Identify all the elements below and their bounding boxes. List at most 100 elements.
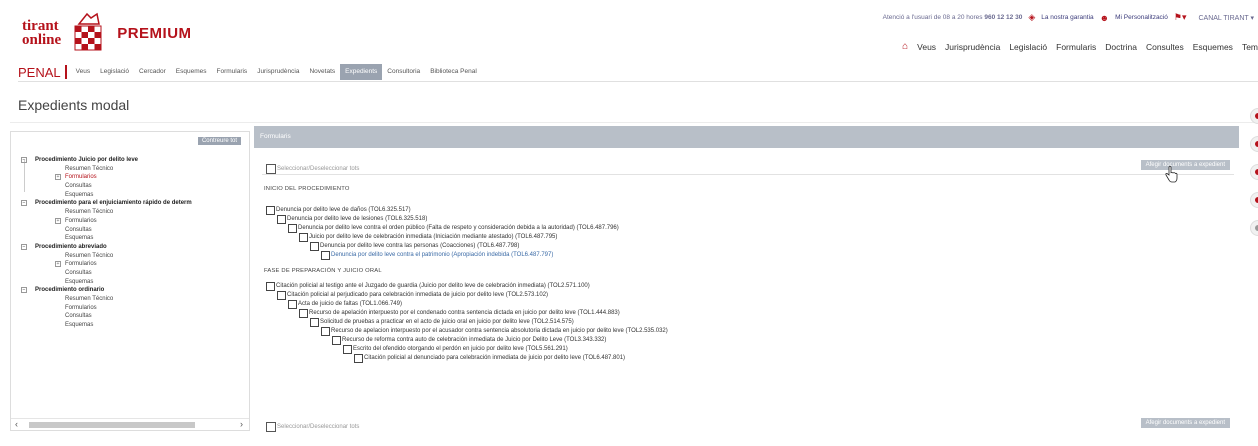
tree-item[interactable]: Resumen Técnico xyxy=(11,252,251,261)
document-checkbox[interactable] xyxy=(277,215,286,224)
document-title[interactable]: Escrito del ofendido otorgando el perdón… xyxy=(353,346,568,352)
personalization-link[interactable]: Mi Personalització xyxy=(1115,14,1168,21)
document-item[interactable]: Citación policial al perjudicado para ce… xyxy=(277,291,548,300)
tree-item[interactable]: Consultas xyxy=(11,182,251,191)
guarantee-link[interactable]: La nostra garantia xyxy=(1041,14,1093,21)
tree-item[interactable]: Resumen Técnico xyxy=(11,208,251,217)
tree-group-rapido[interactable]: − Procedimiento para el enjuiciamiento rá… xyxy=(11,199,251,208)
document-item[interactable]: Denuncia por delito leve contra las pers… xyxy=(310,242,519,251)
add-to-expedient-button[interactable]: Afegir documents a expedient xyxy=(1140,160,1230,170)
select-all-label[interactable]: Seleccionar/Deseleccionar tots xyxy=(277,166,359,172)
nav-legislacio[interactable]: Legislació xyxy=(1009,42,1047,52)
side-tool-icon[interactable] xyxy=(1250,192,1258,208)
scroll-right-icon[interactable]: › xyxy=(240,419,243,429)
collapse-all-button[interactable]: Contreure tot xyxy=(197,137,241,145)
document-checkbox[interactable] xyxy=(266,282,275,291)
canal-tirant-menu[interactable]: CANAL TIRANT ▾ xyxy=(1198,14,1254,22)
scroll-left-icon[interactable]: ‹ xyxy=(15,419,18,429)
tree-item[interactable]: Consultas xyxy=(11,269,251,278)
document-checkbox[interactable] xyxy=(343,345,352,354)
subnav-veus[interactable]: Veus xyxy=(71,64,95,80)
document-title[interactable]: Citación policial al perjudicado para ce… xyxy=(287,292,548,298)
subnav-jurisprudencia[interactable]: Jurisprudència xyxy=(252,64,304,80)
expand-icon[interactable]: + xyxy=(55,217,61,224)
scrollbar-thumb[interactable] xyxy=(29,422,195,428)
document-item[interactable]: Denuncia por delito leve de daños (TOL6.… xyxy=(266,206,411,215)
document-item[interactable]: Citación policial al testigo ante el Juz… xyxy=(266,282,590,291)
select-all-checkbox-bottom[interactable] xyxy=(266,421,276,432)
collapse-icon[interactable]: − xyxy=(21,157,27,163)
document-item-link[interactable]: Denuncia por delito leve contra el patri… xyxy=(321,251,553,260)
tree-item-selected[interactable]: + Formularios xyxy=(11,173,251,182)
document-item[interactable]: Acta de juicio de faltas (TOL1.066.749) xyxy=(288,300,402,309)
tree-item[interactable]: Consultas xyxy=(11,312,251,321)
document-checkbox[interactable] xyxy=(266,206,275,215)
subnav-expedients[interactable]: Expedients xyxy=(340,64,383,80)
document-title[interactable]: Denuncia por delito leve contra el patri… xyxy=(331,252,553,258)
horizontal-scrollbar[interactable]: ‹ › xyxy=(11,418,249,430)
add-to-expedient-button-bottom[interactable]: Afegir documents a expedient xyxy=(1140,418,1230,428)
tree-item[interactable]: Esquemas xyxy=(11,278,251,287)
document-title[interactable]: Recurso de apelacion interpuesto por el … xyxy=(331,328,668,334)
document-title[interactable]: Solicitud de pruebas a practicar en el a… xyxy=(320,319,574,325)
document-item[interactable]: Solicitud de pruebas a practicar en el a… xyxy=(310,318,574,327)
document-checkbox[interactable] xyxy=(321,327,330,336)
tree-item[interactable]: Formularios xyxy=(11,304,251,313)
tree-group-juicio-leve[interactable]: − Procedimiento Juicio por delito leve xyxy=(11,156,251,165)
tree-item[interactable]: Esquemas xyxy=(11,191,251,200)
collapse-icon[interactable]: − xyxy=(21,243,27,250)
home-icon[interactable]: ⌂ xyxy=(902,41,908,52)
subnav-cercador[interactable]: Cercador xyxy=(134,64,171,80)
document-checkbox[interactable] xyxy=(310,318,319,327)
subnav-formularis[interactable]: Formularis xyxy=(211,64,252,80)
subnav-novetats[interactable]: Novetats xyxy=(304,64,340,80)
document-checkbox[interactable] xyxy=(288,224,297,233)
tree-item[interactable]: Resumen Técnico xyxy=(11,295,251,304)
document-title[interactable]: Denuncia por delito leve de daños (TOL6.… xyxy=(276,207,411,213)
tree-item[interactable]: Esquemas xyxy=(11,321,251,330)
document-item[interactable]: Citación policial al denunciado para cel… xyxy=(354,354,625,363)
expand-icon[interactable]: + xyxy=(55,261,61,268)
document-title[interactable]: Denuncia por delito leve de lesiones (TO… xyxy=(287,216,427,222)
document-checkbox[interactable] xyxy=(310,242,319,251)
document-title[interactable]: Denuncia por delito leve contra el orden… xyxy=(298,225,619,231)
nav-veus[interactable]: Veus xyxy=(917,42,936,52)
document-item[interactable]: Recurso de apelación interpuesto por el … xyxy=(299,309,620,318)
nav-esquemes[interactable]: Esquemes xyxy=(1193,42,1233,52)
tirant-logo[interactable]: tirant online PREMIUM xyxy=(22,12,192,54)
tree-item[interactable]: + Formularios xyxy=(11,217,251,226)
document-item[interactable]: Recurso de reforma contra auto de celebr… xyxy=(332,336,606,345)
section-name[interactable]: PENAL xyxy=(18,65,61,80)
document-title[interactable]: Denuncia por delito leve contra las pers… xyxy=(320,243,519,249)
tree-item[interactable]: Consultas xyxy=(11,226,251,235)
nav-temes[interactable]: Tem xyxy=(1242,42,1258,52)
expand-icon[interactable]: + xyxy=(55,174,61,181)
select-all-checkbox[interactable] xyxy=(266,163,276,174)
subnav-legislacio[interactable]: Legislació xyxy=(95,64,134,80)
collapse-icon[interactable]: − xyxy=(21,200,27,207)
document-item[interactable]: Recurso de apelacion interpuesto por el … xyxy=(321,327,668,336)
subnav-consultoria[interactable]: Consultoria xyxy=(382,64,425,80)
document-checkbox[interactable] xyxy=(277,291,286,300)
tree-item[interactable]: Resumen Técnico xyxy=(11,165,251,174)
document-item[interactable]: Juicio por delito leve de celebración in… xyxy=(299,233,557,242)
document-checkbox[interactable] xyxy=(354,354,363,363)
nav-doctrina[interactable]: Doctrina xyxy=(1105,42,1137,52)
side-tool-icon[interactable] xyxy=(1250,136,1258,152)
document-checkbox[interactable] xyxy=(321,251,330,260)
document-title[interactable]: Juicio por delito leve de celebración in… xyxy=(309,234,557,240)
document-checkbox[interactable] xyxy=(332,336,341,345)
tree-item[interactable]: Esquemas xyxy=(11,234,251,243)
side-tool-icon[interactable] xyxy=(1250,220,1258,236)
tree-group-abreviado[interactable]: − Procedimiento abreviado xyxy=(11,243,251,252)
nav-jurisprudencia[interactable]: Jurisprudència xyxy=(945,42,1000,52)
document-checkbox[interactable] xyxy=(299,233,308,242)
document-checkbox[interactable] xyxy=(288,300,297,309)
nav-consultes[interactable]: Consultes xyxy=(1146,42,1184,52)
subnav-esquemes[interactable]: Esquemes xyxy=(171,64,212,80)
document-title[interactable]: Citación policial al denunciado para cel… xyxy=(364,355,625,361)
tree-item[interactable]: + Formularios xyxy=(11,260,251,269)
document-title[interactable]: Citación policial al testigo ante el Juz… xyxy=(276,283,590,289)
document-title[interactable]: Recurso de apelación interpuesto por el … xyxy=(309,310,620,316)
subnav-biblioteca[interactable]: Biblioteca Penal xyxy=(425,64,482,80)
